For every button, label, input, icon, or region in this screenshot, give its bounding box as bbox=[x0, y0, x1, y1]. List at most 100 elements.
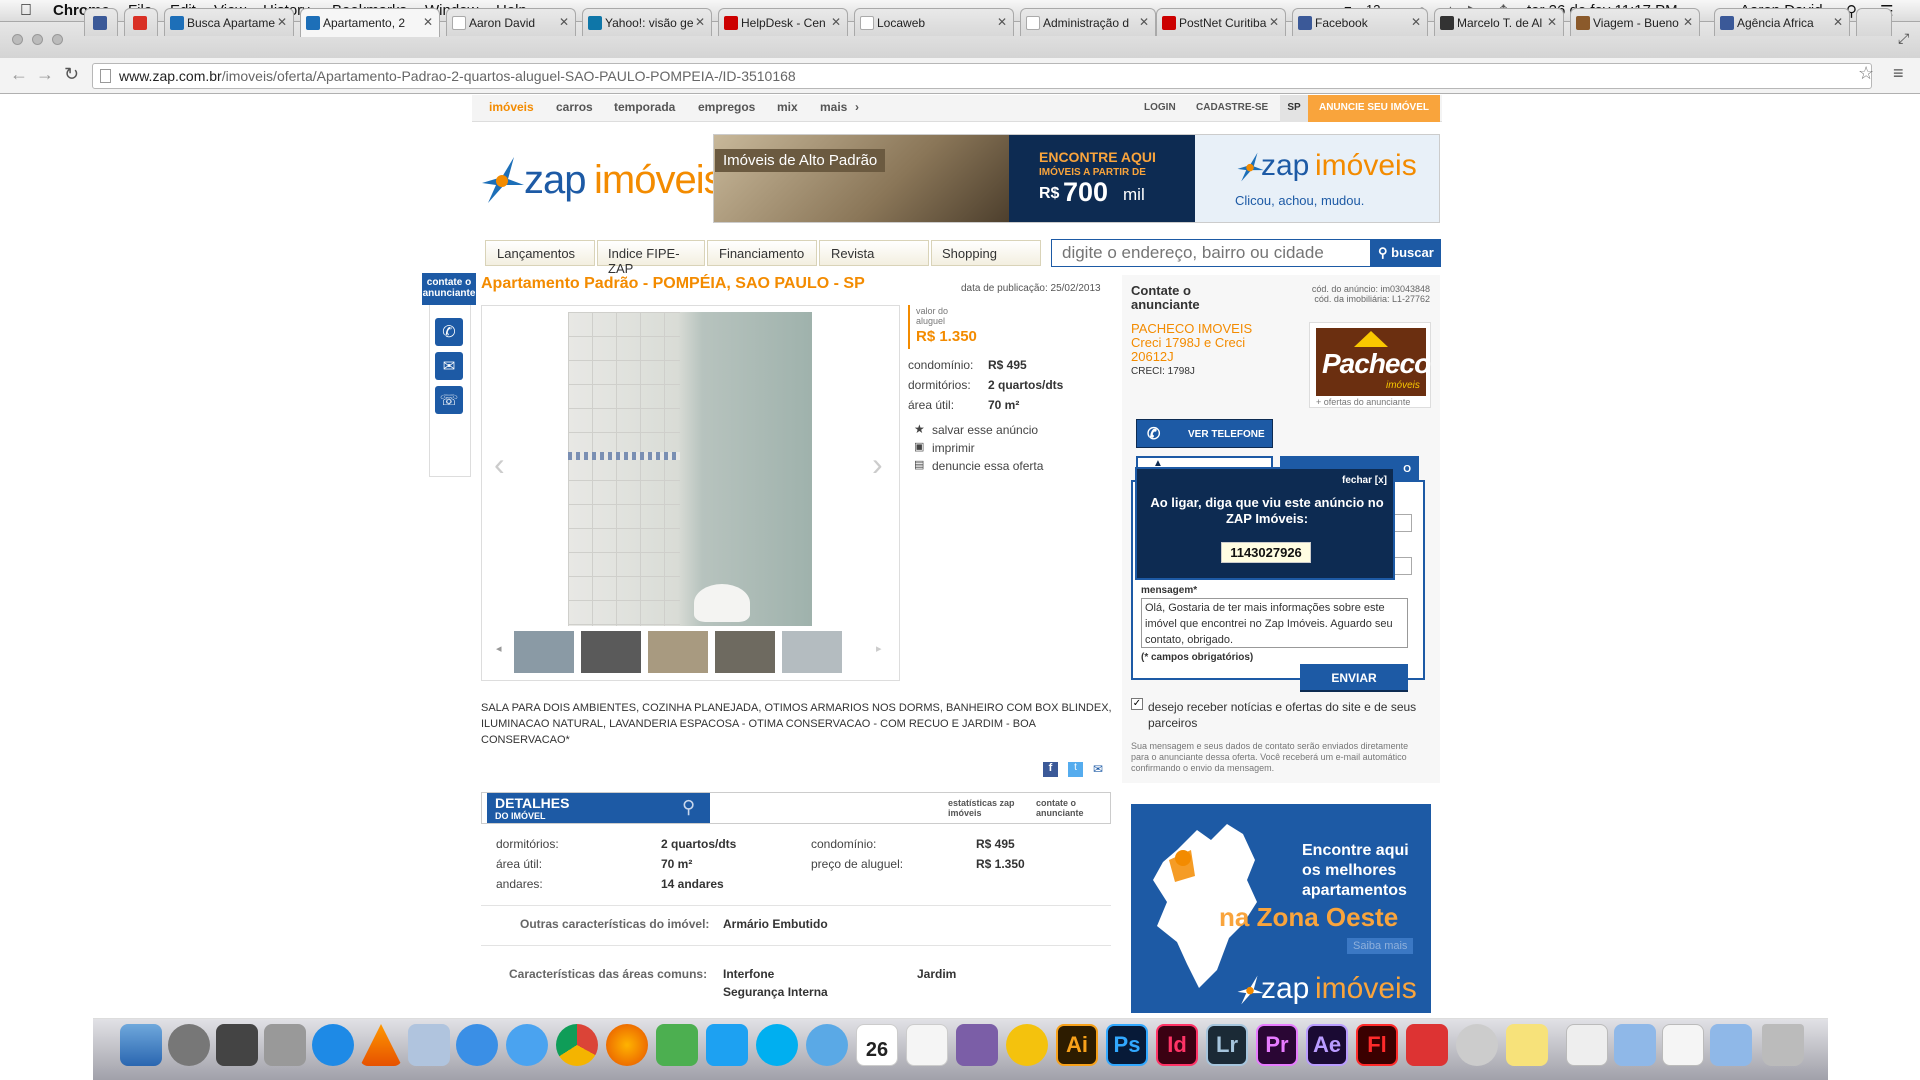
tab-yahoo[interactable]: Yahoo!: visão ge ✕ bbox=[582, 8, 712, 36]
cyberduck-icon[interactable] bbox=[1006, 1024, 1048, 1066]
trash-icon[interactable] bbox=[1762, 1024, 1804, 1066]
agency-logo-box[interactable]: Pacheco imóveis + ofertas do anunciante bbox=[1309, 322, 1431, 408]
new-tab-button[interactable] bbox=[1856, 8, 1892, 36]
callback-icon[interactable]: ☏ bbox=[435, 386, 463, 414]
email-share-icon[interactable]: ✉ bbox=[1093, 762, 1103, 776]
send-button[interactable]: ENVIAR bbox=[1300, 664, 1408, 692]
folder-icon[interactable] bbox=[1710, 1024, 1752, 1066]
close-tab-icon[interactable]: ✕ bbox=[423, 15, 433, 29]
message-textarea[interactable]: Olá, Gostaria de ter mais informações so… bbox=[1141, 598, 1408, 648]
chevron-right-icon[interactable]: › bbox=[855, 100, 859, 114]
skype-icon[interactable] bbox=[756, 1024, 798, 1066]
ad-banner[interactable]: Imóveis de Alto Padrão ENCONTRE AQUI IMÓ… bbox=[713, 134, 1440, 223]
close-tab-icon[interactable]: ✕ bbox=[831, 15, 841, 29]
signup-link[interactable]: CADASTRE-SE bbox=[1196, 102, 1268, 113]
forward-arrow-icon[interactable]: → bbox=[36, 64, 54, 85]
close-tab-icon[interactable]: ✕ bbox=[1683, 15, 1693, 29]
side-contact-tab[interactable]: contate o anunciante bbox=[422, 273, 476, 305]
advertise-button[interactable]: ANUNCIE SEU IMÓVEL bbox=[1308, 95, 1440, 122]
email-icon[interactable]: ✉ bbox=[435, 352, 463, 380]
subnav-revista[interactable]: Revista bbox=[819, 240, 929, 266]
main-photo[interactable] bbox=[568, 312, 812, 626]
finder-icon[interactable] bbox=[120, 1024, 162, 1066]
subnav-shopping[interactable]: Shopping bbox=[931, 240, 1041, 266]
nav-mais[interactable]: mais bbox=[820, 100, 847, 114]
subnav-fipe-zap[interactable]: Indice FIPE-ZAP bbox=[597, 240, 705, 276]
tab-busca[interactable]: Busca Apartame ✕ bbox=[164, 8, 294, 36]
thumbnail[interactable] bbox=[514, 631, 574, 673]
subnav-lancamentos[interactable]: Lançamentos bbox=[485, 240, 595, 266]
stats-link[interactable]: estatísticas zap imóveis bbox=[948, 798, 1020, 818]
promo-banner[interactable]: Encontre aqui os melhores apartamentos n… bbox=[1131, 804, 1431, 1013]
preview-icon[interactable] bbox=[408, 1024, 450, 1066]
mission-control-icon[interactable] bbox=[216, 1024, 258, 1066]
app-icon[interactable] bbox=[956, 1024, 998, 1066]
prev-photo-arrow-icon[interactable]: ‹ bbox=[494, 446, 505, 483]
tab-administracao[interactable]: Administração d ✕ bbox=[1020, 8, 1156, 36]
address-bar[interactable]: www.zap.com.br/imoveis/oferta/Apartament… bbox=[92, 63, 1872, 89]
document-icon[interactable] bbox=[1662, 1024, 1704, 1066]
thumb-prev-icon[interactable]: ◂ bbox=[496, 642, 502, 655]
reload-icon[interactable]: ↻ bbox=[64, 64, 79, 85]
state-selector[interactable]: SP bbox=[1280, 95, 1308, 122]
search-input[interactable] bbox=[1051, 239, 1371, 267]
stickies-icon[interactable] bbox=[1506, 1024, 1548, 1066]
tab-postnet[interactable]: PostNet Curitiba ✕ bbox=[1156, 8, 1286, 36]
phone-icon[interactable]: ✆ bbox=[435, 318, 463, 346]
nav-mix[interactable]: mix bbox=[777, 100, 798, 114]
app-icon[interactable] bbox=[1406, 1024, 1448, 1066]
tab-agencia-africa[interactable]: Agência Africa ✕ bbox=[1714, 8, 1850, 36]
close-window-button[interactable] bbox=[12, 34, 23, 45]
after-effects-icon[interactable]: Ae bbox=[1306, 1024, 1348, 1066]
zoom-window-button[interactable] bbox=[52, 34, 63, 45]
app-icon[interactable] bbox=[1456, 1024, 1498, 1066]
promo-more-button[interactable]: Saiba mais bbox=[1347, 938, 1414, 954]
lightroom-icon[interactable]: Lr bbox=[1206, 1024, 1248, 1066]
popup-close-button[interactable]: fechar [x] bbox=[1342, 475, 1387, 486]
messages-icon[interactable] bbox=[806, 1024, 848, 1066]
thumbnail[interactable] bbox=[715, 631, 775, 673]
tab-helpdesk[interactable]: HelpDesk - Cen ✕ bbox=[718, 8, 848, 36]
close-tab-icon[interactable]: ✕ bbox=[1269, 15, 1279, 29]
thumbnail[interactable] bbox=[581, 631, 641, 673]
minimize-window-button[interactable] bbox=[32, 34, 43, 45]
zap-logo[interactable]: zap imóveis bbox=[478, 152, 724, 210]
system-preferences-icon[interactable] bbox=[264, 1024, 306, 1066]
chrome-icon[interactable] bbox=[556, 1024, 598, 1066]
folder-icon[interactable] bbox=[1614, 1024, 1656, 1066]
app-store-icon[interactable] bbox=[312, 1024, 354, 1066]
report-link[interactable]: denuncie essa oferta bbox=[932, 459, 1043, 473]
indesign-icon[interactable]: Id bbox=[1156, 1024, 1198, 1066]
twitter-icon[interactable] bbox=[706, 1024, 748, 1066]
adium-icon[interactable] bbox=[656, 1024, 698, 1066]
tab-viagem[interactable]: Viagem - Bueno ✕ bbox=[1570, 8, 1700, 36]
close-tab-icon[interactable]: ✕ bbox=[1833, 15, 1843, 29]
contact-link[interactable]: contate o anunciante bbox=[1036, 798, 1108, 818]
illustrator-icon[interactable]: Ai bbox=[1056, 1024, 1098, 1066]
save-listing-link[interactable]: salvar esse anúncio bbox=[932, 423, 1038, 437]
print-link[interactable]: imprimir bbox=[932, 441, 975, 455]
close-tab-icon[interactable]: ✕ bbox=[277, 15, 287, 29]
optin-checkbox[interactable]: ✓ bbox=[1131, 698, 1143, 710]
fullscreen-icon[interactable]: ⤢ bbox=[1898, 30, 1909, 47]
tab-aaron[interactable]: Aaron David ✕ bbox=[446, 8, 576, 36]
close-tab-icon[interactable]: ✕ bbox=[695, 15, 705, 29]
back-arrow-icon[interactable]: ← bbox=[10, 64, 28, 85]
firefox-icon[interactable] bbox=[606, 1024, 648, 1066]
form-field-right[interactable] bbox=[1394, 514, 1412, 532]
tab-locaweb[interactable]: Locaweb ✕ bbox=[854, 8, 1014, 36]
twitter-share-icon[interactable]: t bbox=[1068, 762, 1083, 777]
premiere-icon[interactable]: Pr bbox=[1256, 1024, 1298, 1066]
subnav-financiamento[interactable]: Financiamento bbox=[707, 240, 817, 266]
nav-carros[interactable]: carros bbox=[556, 100, 593, 114]
more-offers-link[interactable]: + ofertas do anunciante bbox=[1316, 397, 1410, 407]
view-phone-button[interactable]: ✆ VER TELEFONE bbox=[1136, 419, 1273, 448]
bookmark-star-icon[interactable]: ☆ bbox=[1858, 63, 1874, 84]
apple-icon[interactable]:  bbox=[20, 2, 32, 20]
nav-imoveis[interactable]: imóveis bbox=[489, 100, 534, 114]
photoshop-icon[interactable]: Ps bbox=[1106, 1024, 1148, 1066]
tab-apartamento[interactable]: Apartamento, 2 ✕ bbox=[300, 8, 440, 37]
safari-icon[interactable] bbox=[506, 1024, 548, 1066]
nav-empregos[interactable]: empregos bbox=[698, 100, 755, 114]
document-icon[interactable] bbox=[1566, 1024, 1608, 1066]
